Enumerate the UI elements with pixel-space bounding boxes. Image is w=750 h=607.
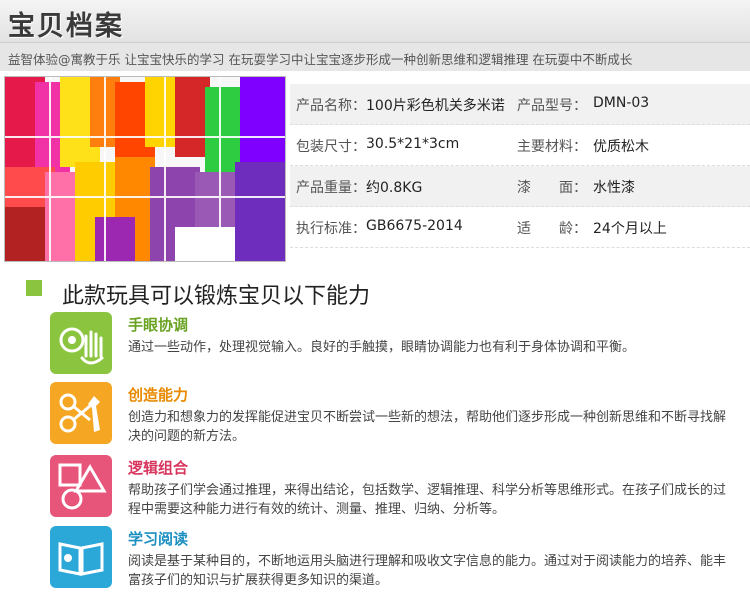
info-value: 100片彩色机关多米诺	[366, 98, 505, 114]
section-title: 此款玩具可以锻炼宝贝以下能力	[62, 284, 371, 309]
info-row: 产品重量： 约0.8KG 漆 面： 水性漆	[290, 166, 750, 207]
info-label: 主要材料：	[517, 139, 587, 155]
ability-title: 逻辑组合	[128, 459, 189, 477]
info-label: 产品名称：	[296, 98, 366, 114]
product-info-table: 产品名称： 100片彩色机关多米诺 产品型号： DMN-03 包装尺寸： 30.…	[290, 84, 750, 248]
info-row: 包装尺寸： 30.5*21*3cm 主要材料： 优质松木	[290, 125, 750, 166]
info-value: GB6675-2014	[366, 218, 463, 234]
info-label: 包装尺寸：	[296, 139, 366, 155]
info-label: 产品型号：	[517, 98, 587, 114]
ability-title: 创造能力	[128, 386, 189, 404]
ability-item: 创造能力 创造力和想象力的发挥能促进宝贝不断尝试一些新的想法，帮助他们逐步形成一…	[50, 382, 730, 444]
info-value: 30.5*21*3cm	[366, 136, 460, 152]
info-label: 漆 面：	[517, 180, 587, 196]
section-marker	[26, 280, 42, 296]
product-photo	[4, 76, 286, 262]
ability-item: 逻辑组合 帮助孩子们学会通过推理，来得出结论，包括数学、逻辑推理、科学分析等思维…	[50, 455, 730, 517]
info-value: DMN-03	[593, 95, 650, 111]
ability-title: 学习阅读	[128, 530, 189, 548]
book-icon	[50, 526, 112, 588]
ability-item: 手眼协调 通过一些动作，处理视觉输入。良好的手触摸，眼睛协调能力也有利于身体协调…	[50, 312, 730, 374]
dominoes-illustration	[5, 77, 285, 261]
info-label: 适 龄：	[517, 221, 587, 237]
ability-item: 学习阅读 阅读是基于某种目的，不断地运用头脑进行理解和吸收文字信息的能力。通过对…	[50, 526, 730, 588]
info-value: 24个月以上	[593, 221, 667, 237]
info-value: 优质松木	[593, 139, 649, 155]
info-value: 约0.8KG	[366, 180, 423, 196]
info-label: 产品重量：	[296, 180, 366, 196]
tools-icon	[50, 382, 112, 444]
shapes-icon	[50, 455, 112, 517]
ability-desc: 帮助孩子们学会通过推理，来得出结论，包括数学、逻辑推理、科学分析等思维形式。在孩…	[128, 483, 727, 517]
ability-desc: 通过一些动作，处理视觉输入。良好的手触摸，眼睛协调能力也有利于身体协调和平衡。	[128, 340, 636, 355]
info-row: 产品名称： 100片彩色机关多米诺 产品型号： DMN-03	[290, 84, 750, 125]
ability-desc: 创造力和想象力的发挥能促进宝贝不断尝试一些新的想法，帮助他们逐步形成一种创新思维…	[128, 410, 727, 444]
eye-hand-icon	[50, 312, 112, 374]
info-row: 执行标准： GB6675-2014 适 龄： 24个月以上	[290, 207, 750, 248]
ability-title: 手眼协调	[128, 316, 189, 334]
info-value: 水性漆	[593, 180, 635, 196]
ability-desc: 阅读是基于某种目的，不断地运用头脑进行理解和吸收文字信息的能力。通过对于阅读能力…	[128, 554, 727, 588]
subtitle-bar: 益智体验@寓教于乐 让宝宝快乐的学习 在玩耍学习中让宝宝逐步形成一种创新思维和逻…	[0, 42, 750, 71]
page-title: 宝贝档案	[8, 11, 124, 42]
subtitle-text: 益智体验@寓教于乐 让宝宝快乐的学习 在玩耍学习中让宝宝逐步形成一种创新思维和逻…	[8, 52, 633, 67]
info-label: 执行标准：	[296, 221, 366, 237]
